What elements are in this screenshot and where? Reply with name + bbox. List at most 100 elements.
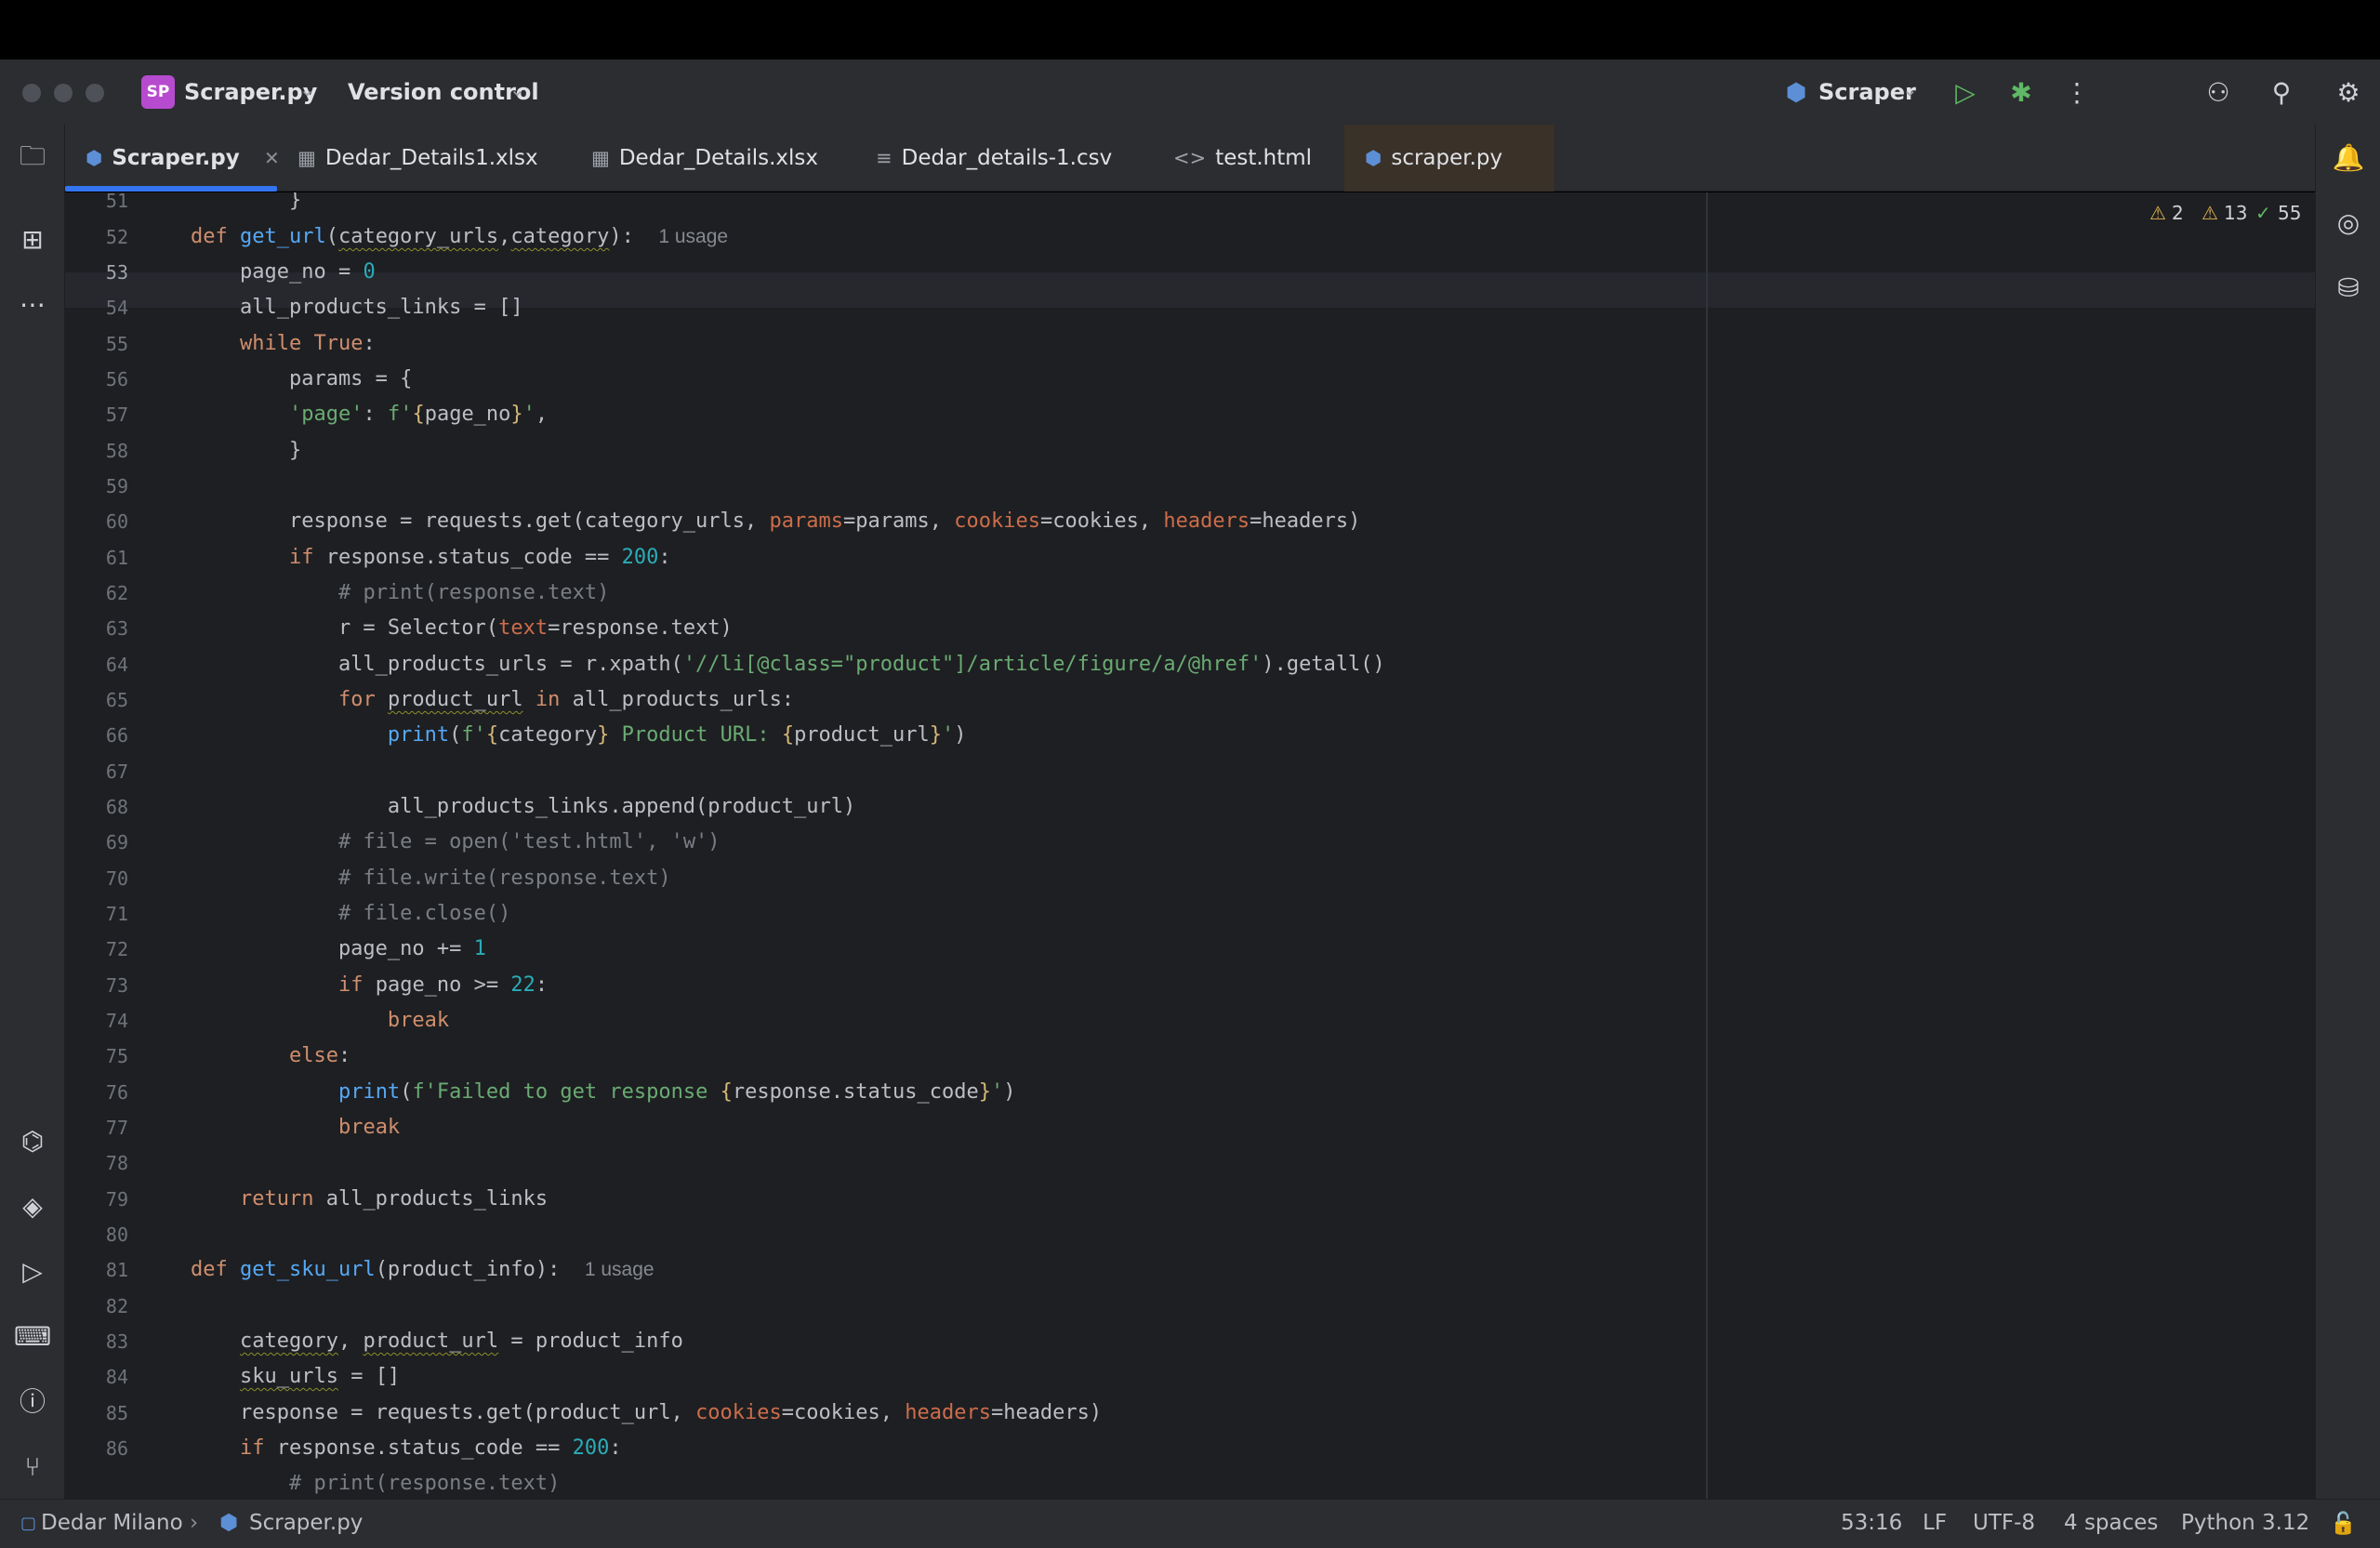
ai-assistant-icon[interactable]: ◎ [2330, 205, 2367, 242]
code-line: 62 # print(response.text) [65, 576, 1692, 611]
line-number: 53 [105, 261, 128, 284]
line-number: 66 [105, 724, 128, 747]
code-line: 78 [65, 1145, 1692, 1181]
line-number: 83 [105, 1330, 128, 1353]
tab-scraper-py[interactable]: ⬢ Scraper.py ✕ [86, 125, 280, 192]
caret-position[interactable]: 53:16 [1841, 1511, 1902, 1535]
line-number: 84 [105, 1366, 128, 1388]
error-count: 2 [2172, 202, 2184, 224]
tab-dedar-details-xlsx[interactable]: ▦ Dedar_Details.xlsx [591, 125, 818, 192]
code-line: 61 if response.status_code == 200: [65, 540, 1692, 576]
table-icon: ▦ [298, 147, 316, 169]
search-icon[interactable]: ⚲ [2263, 74, 2300, 112]
more-options-icon[interactable]: ⋮ [2058, 74, 2096, 112]
problems-icon[interactable]: ⓘ [14, 1383, 51, 1421]
project-selector[interactable]: Scraper.py [184, 79, 317, 105]
line-number: 68 [105, 796, 128, 818]
ok-count: 55 [2278, 202, 2302, 224]
warning-count: 13 [2224, 202, 2248, 224]
code-editor[interactable]: ⚠ 2 ⚠ 13 ✓ 55 ⌃ ⌄ 51 } 52def get_url(cat… [65, 192, 2315, 1499]
breadcrumb-file[interactable]: Scraper.py [249, 1511, 363, 1535]
line-number: 71 [105, 903, 128, 925]
terminal-icon[interactable]: ⌨ [14, 1318, 51, 1356]
line-number: 65 [105, 689, 128, 711]
project-badge[interactable]: SP [141, 75, 175, 109]
inspection-widget[interactable]: ⚠ 2 ⚠ 13 ✓ 55 ⌃ ⌄ [2082, 192, 2315, 233]
python-icon: ⬢ [1785, 79, 1807, 107]
settings-icon[interactable]: ⚙ [2330, 74, 2367, 112]
line-number: 78 [105, 1152, 128, 1174]
code-line: 60 response = requests.get(category_urls… [65, 504, 1692, 539]
code-line: 54 all_products_links = [] [65, 290, 1692, 325]
code-line: 80 [65, 1217, 1692, 1252]
line-number: 64 [105, 654, 128, 676]
code-line: 77 break [65, 1110, 1692, 1145]
line-number: 58 [105, 440, 128, 462]
add-user-icon[interactable]: ⚇ [2200, 74, 2237, 112]
more-tools-icon[interactable]: ⋯ [14, 286, 51, 324]
lock-icon[interactable]: 🔓 [2330, 1511, 2357, 1536]
chevron-down-icon[interactable]: ⌄ [299, 78, 315, 100]
right-tool-bar: 🔔 ◎ ⛁ [2315, 125, 2380, 1499]
tab-label: Dedar_details-1.csv [901, 146, 1113, 170]
line-number: 61 [105, 547, 128, 569]
right-margin-guide [1706, 192, 1708, 1499]
code-line: 73 if page_no >= 22: [65, 968, 1692, 1003]
code-line: 63 r = Selector(text=response.text) [65, 611, 1692, 646]
chevron-right-icon: › [190, 1511, 199, 1535]
debug-icon[interactable]: ✱ [2003, 74, 2040, 112]
minimize-window-button[interactable] [54, 84, 73, 102]
close-window-button[interactable] [22, 84, 41, 102]
notifications-icon[interactable]: 🔔 [2330, 139, 2367, 177]
warning-icon: ⚠ [2202, 202, 2218, 224]
layers-icon[interactable]: ◈ [14, 1188, 51, 1225]
line-number: 80 [105, 1224, 128, 1246]
line-number: 72 [105, 938, 128, 960]
active-tab-indicator [65, 186, 277, 192]
python-interpreter[interactable]: Python 3.12 [2181, 1511, 2309, 1535]
tab-label: Scraper.py [112, 146, 240, 170]
chevron-down-icon[interactable]: ⌄ [1902, 78, 1918, 100]
breadcrumb-project[interactable]: Dedar Milano [41, 1511, 183, 1535]
code-line: 66 print(f'{category} Product URL: {prod… [65, 718, 1692, 753]
close-icon[interactable]: ✕ [264, 125, 280, 192]
code-line: 85 response = requests.get(product_url, … [65, 1396, 1692, 1431]
services-icon[interactable]: ▷ [14, 1253, 51, 1290]
tab-scraper-py-2[interactable]: ⬢ scraper.py [1365, 125, 1502, 192]
code-line: 76 print(f'Failed to get response {respo… [65, 1075, 1692, 1110]
line-number: 51 [105, 192, 128, 212]
tab-label: Dedar_Details.xlsx [618, 146, 818, 170]
python-console-icon[interactable]: ⌬ [14, 1123, 51, 1160]
module-icon: ▢ [20, 1514, 37, 1533]
database-icon[interactable]: ⛁ [2330, 270, 2367, 307]
line-number: 74 [105, 1010, 128, 1032]
file-encoding[interactable]: UTF-8 [1973, 1511, 2035, 1535]
line-number: 73 [105, 974, 128, 997]
line-number: 69 [105, 831, 128, 853]
line-number: 55 [105, 333, 128, 355]
check-icon: ✓ [2255, 202, 2271, 224]
code-line: 82 [65, 1289, 1692, 1324]
run-icon[interactable]: ▷ [1947, 74, 1984, 112]
project-folder-icon[interactable]: 🗀 [14, 138, 51, 175]
maximize-window-button[interactable] [86, 84, 104, 102]
tab-dedar-details1-xlsx[interactable]: ▦ Dedar_Details1.xlsx [298, 125, 538, 192]
tab-dedar-details-1-csv[interactable]: ≡ Dedar_details-1.csv [876, 125, 1112, 192]
tab-label: scraper.py [1391, 146, 1503, 170]
code-line: 65 for product_url in all_products_urls: [65, 682, 1692, 718]
line-separator[interactable]: LF [1923, 1511, 1947, 1535]
tab-label: test.html [1215, 146, 1313, 170]
usage-hint[interactable]: 1 usage [585, 1259, 654, 1280]
tab-test-html[interactable]: <> test.html [1173, 125, 1312, 192]
structure-icon[interactable]: ⊞ [14, 221, 51, 258]
code-line: 75 else: [65, 1039, 1692, 1074]
git-icon[interactable]: ⑂ [14, 1449, 51, 1486]
code-line: 55 while True: [65, 326, 1692, 362]
code-line: 57 'page': f'{page_no}', [65, 397, 1692, 432]
chevron-down-icon[interactable]: ⌄ [509, 78, 525, 100]
indent-settings[interactable]: 4 spaces [2064, 1511, 2158, 1535]
usage-hint[interactable]: 1 usage [658, 226, 728, 247]
code-line: 69 # file = open('test.html', 'w') [65, 825, 1692, 860]
line-number: 76 [105, 1081, 128, 1104]
line-number: 60 [105, 510, 128, 533]
